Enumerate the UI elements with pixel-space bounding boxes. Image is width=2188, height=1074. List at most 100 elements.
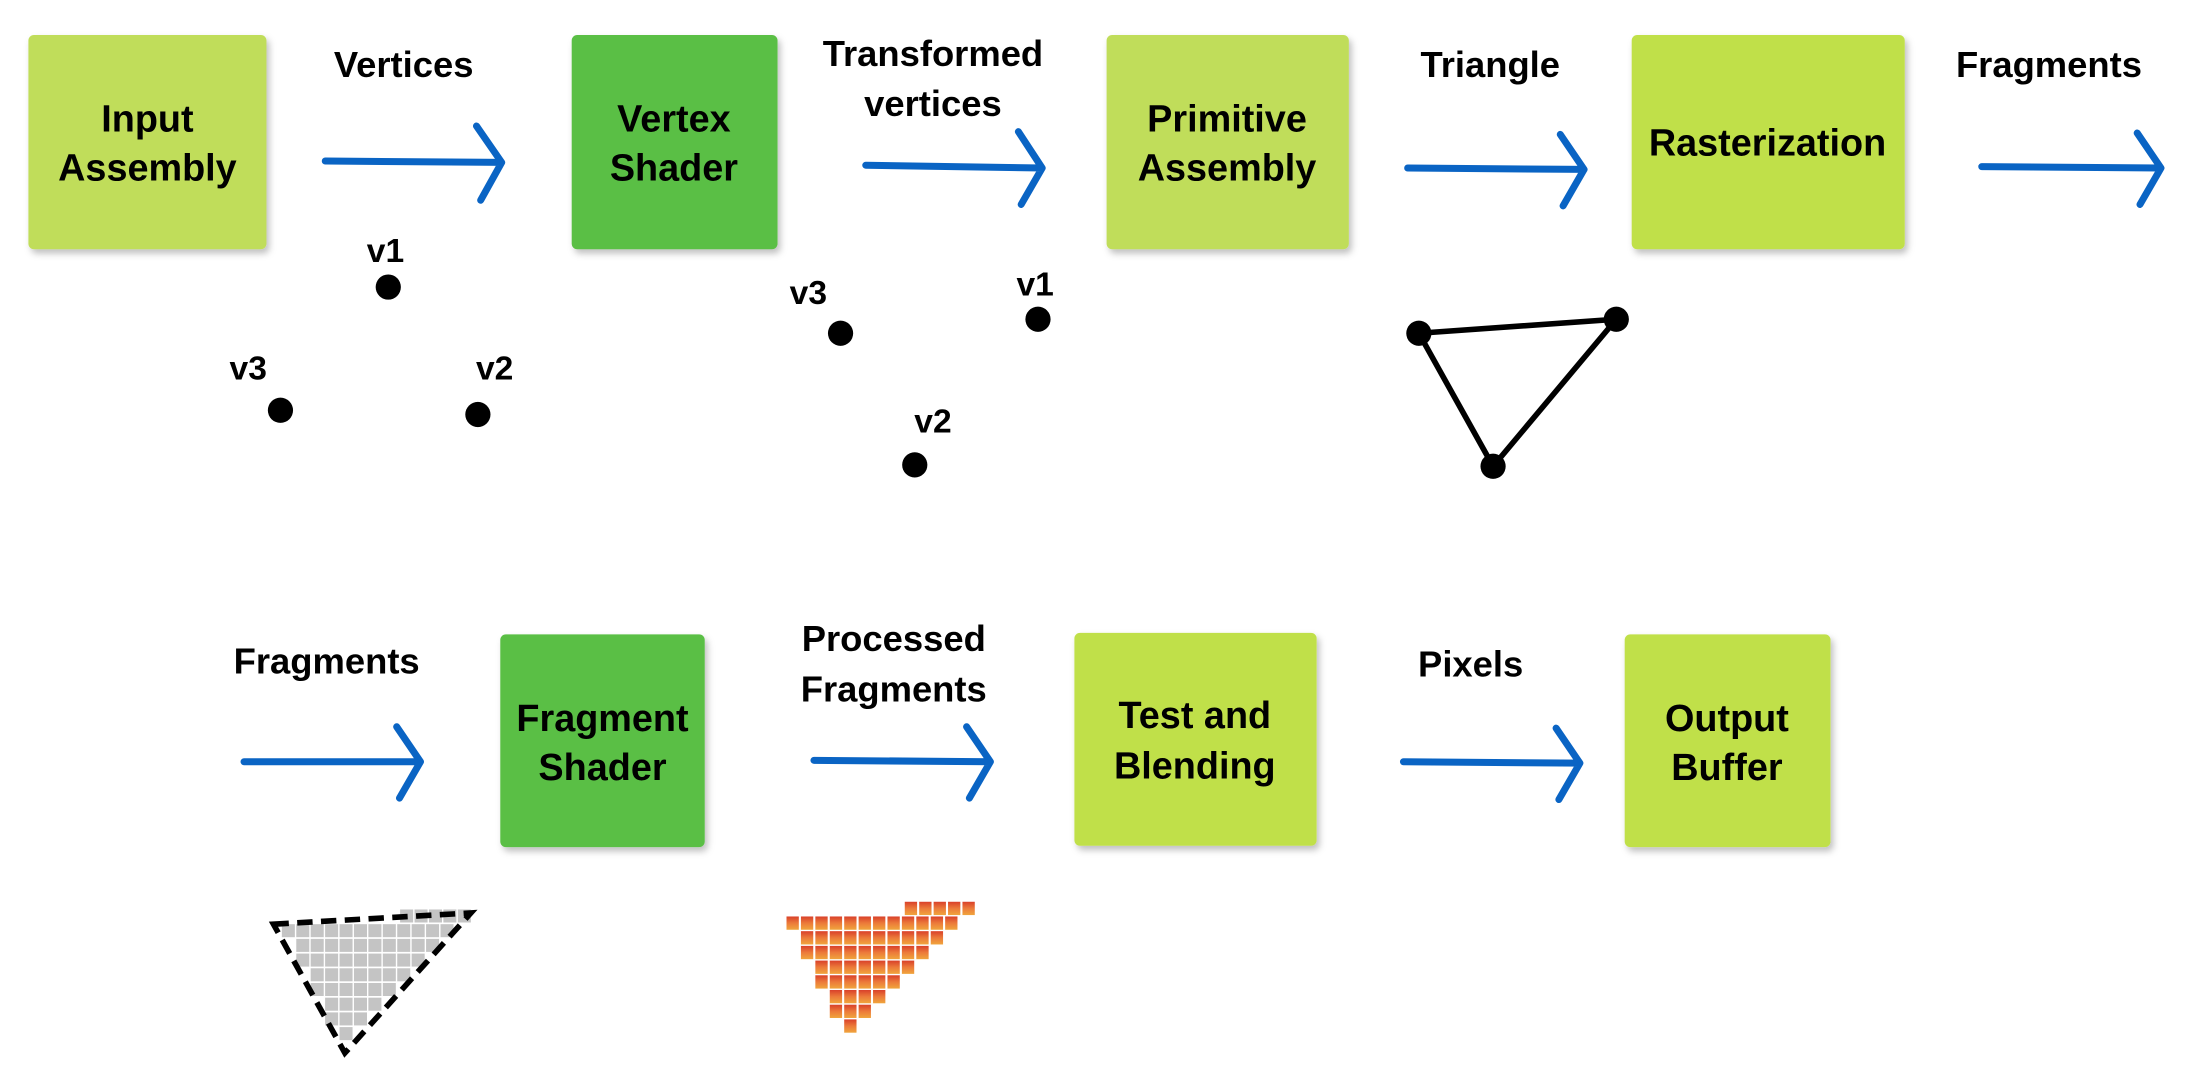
fragment-cell bbox=[858, 989, 871, 1004]
arrow-fragments-bottom: Fragments bbox=[234, 641, 424, 802]
arrow-vertices: Vertices bbox=[321, 44, 506, 204]
arrow-triangle: Triangle bbox=[1404, 44, 1588, 210]
fragment-cell bbox=[353, 982, 367, 997]
fragment-cell bbox=[368, 953, 382, 967]
arrow-right-icon bbox=[321, 122, 506, 204]
fragment-cell bbox=[815, 960, 828, 974]
fragment-cell bbox=[310, 924, 324, 938]
fragment-cell bbox=[800, 931, 814, 945]
arrow-right-icon bbox=[240, 723, 424, 802]
arrow-label: Triangle bbox=[1421, 44, 1561, 85]
arrow-label: vertices bbox=[864, 83, 1002, 124]
stage-label: Primitive bbox=[1147, 99, 1307, 141]
stage-rasterization: Rasterization bbox=[1631, 35, 1905, 250]
vertex-point bbox=[375, 274, 401, 300]
processed-fragment-grid bbox=[786, 901, 975, 1033]
fragment-cell bbox=[411, 924, 425, 938]
fragment-cell bbox=[887, 960, 900, 974]
vertex-label-v3: v3 bbox=[230, 350, 267, 387]
vertex-point bbox=[827, 320, 854, 346]
fragment-cell bbox=[873, 975, 886, 989]
stage-box bbox=[571, 35, 778, 250]
fragment-cell bbox=[829, 989, 843, 1004]
arrow-right-icon bbox=[1404, 130, 1588, 210]
triangle-outline bbox=[1414, 315, 1623, 472]
fragment-cell bbox=[844, 1004, 857, 1018]
fragment-cell bbox=[948, 901, 961, 916]
fragment-cell bbox=[919, 901, 932, 916]
fragment-cell bbox=[858, 960, 871, 974]
stage-box bbox=[1074, 632, 1317, 846]
fragment-cell bbox=[887, 945, 900, 960]
fragment-cell bbox=[310, 953, 324, 967]
fragment-cell bbox=[397, 953, 411, 967]
stage-primitive-assembly: Primitive Assembly bbox=[1106, 35, 1349, 250]
fragment-cell bbox=[310, 968, 324, 982]
fragment-cell bbox=[815, 916, 828, 930]
transformed-vertices: v3 v1 v2 bbox=[790, 266, 1054, 478]
fragment-cell bbox=[901, 960, 915, 974]
arrow-label: Transformed bbox=[823, 33, 1043, 74]
stage-label: Test and bbox=[1119, 695, 1272, 737]
vertex-point bbox=[1603, 306, 1629, 332]
fragment-cell bbox=[382, 938, 396, 952]
stage-label: Output bbox=[1665, 698, 1789, 740]
fragment-cell bbox=[325, 997, 339, 1011]
fragment-cell bbox=[353, 1012, 367, 1026]
fragment-cell bbox=[382, 968, 396, 982]
fragment-cell bbox=[397, 938, 411, 952]
fragment-cell bbox=[339, 1027, 353, 1041]
fragment-cell bbox=[829, 975, 843, 989]
vertex-point bbox=[1025, 306, 1051, 332]
fragment-cell bbox=[901, 945, 915, 960]
arrow-right-icon bbox=[810, 723, 994, 802]
arrow-right-icon bbox=[1978, 129, 2165, 208]
fragment-cell bbox=[800, 945, 814, 960]
fragment-cell bbox=[873, 945, 886, 960]
fragment-cell bbox=[829, 1004, 843, 1018]
stage-label: Fragment bbox=[516, 698, 689, 740]
vertex-label-v1: v1 bbox=[367, 233, 404, 270]
fragment-cell bbox=[916, 945, 929, 960]
fragment-cell bbox=[411, 938, 425, 952]
stage-label: Blending bbox=[1114, 746, 1276, 788]
stage-box bbox=[1106, 35, 1349, 250]
fragment-cell bbox=[786, 916, 799, 930]
arrow-label: Fragments bbox=[234, 641, 420, 682]
fragment-cell bbox=[353, 997, 367, 1011]
arrow-label: Processed bbox=[802, 618, 986, 659]
vertex-label-v2: v2 bbox=[476, 350, 513, 387]
vertex-label-v1: v1 bbox=[1017, 266, 1054, 303]
fragment-cell bbox=[339, 938, 353, 952]
fragment-cell bbox=[325, 938, 339, 952]
fragment-cell bbox=[382, 924, 396, 938]
vertex-label-v3: v3 bbox=[790, 275, 827, 312]
fragment-cell bbox=[368, 938, 382, 952]
fragment-cell bbox=[815, 931, 828, 945]
stage-label: Rasterization bbox=[1649, 122, 1886, 164]
fragment-cell bbox=[844, 916, 857, 930]
fragment-cell bbox=[930, 916, 944, 930]
fragment-cell bbox=[368, 968, 382, 982]
arrow-fragments-top: Fragments bbox=[1956, 44, 2165, 208]
stage-box bbox=[1624, 634, 1831, 848]
fragment-cell bbox=[368, 982, 382, 997]
fragment-cell bbox=[815, 975, 828, 989]
fragment-cell bbox=[800, 916, 814, 930]
arrow-right-icon bbox=[862, 128, 1046, 208]
fragment-cell bbox=[829, 960, 843, 974]
fragment-cell bbox=[296, 938, 310, 952]
stage-label: Buffer bbox=[1671, 747, 1783, 789]
vertex-point bbox=[267, 397, 294, 423]
fragment-cell bbox=[353, 953, 367, 967]
fragment-cell bbox=[887, 916, 900, 930]
stage-output-buffer: Output Buffer bbox=[1624, 634, 1831, 848]
stage-box bbox=[500, 634, 705, 848]
fragment-cell bbox=[858, 916, 871, 930]
fragment-cell bbox=[353, 938, 367, 952]
arrow-label: Vertices bbox=[334, 44, 474, 85]
fragment-cell bbox=[873, 989, 886, 1004]
fragment-cell bbox=[426, 924, 440, 938]
fragment-cell bbox=[873, 931, 886, 945]
fragment-cell bbox=[815, 945, 828, 960]
